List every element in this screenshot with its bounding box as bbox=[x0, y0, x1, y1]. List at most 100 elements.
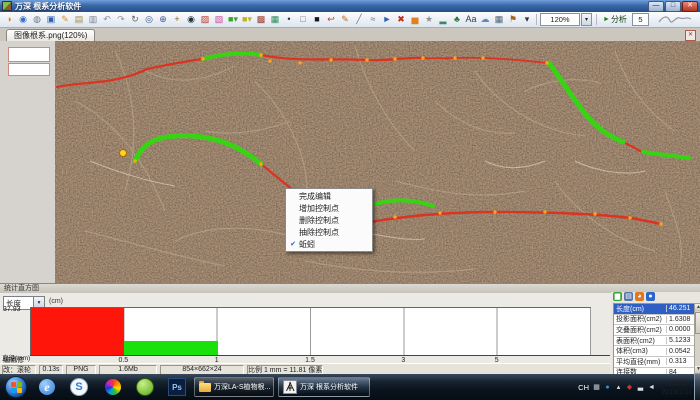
more-icon[interactable]: ▾ bbox=[521, 13, 534, 26]
tray-icons-group: ▦●▴◆▃◄ bbox=[592, 383, 656, 391]
tree-icon[interactable]: ♣ bbox=[451, 13, 464, 26]
undo-icon[interactable]: ↶ bbox=[101, 13, 114, 26]
zoom-icon[interactable]: ◎ bbox=[143, 13, 156, 26]
save-icon[interactable]: ▣ bbox=[45, 13, 58, 26]
return-icon[interactable]: ↩ bbox=[325, 13, 338, 26]
histogram-bar bbox=[31, 308, 124, 356]
stats-histogram-icon[interactable]: ▆ bbox=[613, 292, 622, 301]
security-icon[interactable]: ● bbox=[603, 384, 612, 391]
black-swatch-icon[interactable]: ■ bbox=[311, 13, 324, 26]
table-row[interactable]: 平均直径(mm) 0.313 bbox=[614, 357, 694, 368]
scroll-up-icon[interactable]: ▲ bbox=[695, 304, 700, 311]
pan-icon[interactable]: + bbox=[171, 13, 184, 26]
show-hidden-icon[interactable]: ▴ bbox=[614, 383, 623, 391]
overview-thumbnail-box[interactable] bbox=[8, 63, 50, 76]
edit-icon[interactable]: ✎ bbox=[59, 13, 72, 26]
stats-pie-icon[interactable]: ◕ bbox=[635, 292, 644, 301]
quicklaunch-slot[interactable]: Ps bbox=[168, 378, 186, 396]
tab-close-icon[interactable]: ✕ bbox=[685, 30, 696, 41]
stats-info-icon[interactable]: ● bbox=[646, 292, 655, 301]
quicklaunch-slot[interactable]: e bbox=[38, 378, 56, 396]
table-row[interactable]: 表面积(cm2) 5.1233 bbox=[614, 336, 694, 347]
table-row[interactable]: 长度(cm) 46.251 bbox=[614, 304, 694, 315]
star-icon[interactable]: ★ bbox=[423, 13, 436, 26]
copy-icon[interactable]: ▥ bbox=[87, 13, 100, 26]
redo-icon[interactable]: ↷ bbox=[115, 13, 128, 26]
keyboard-icon[interactable]: ▦ bbox=[592, 383, 601, 391]
taskbar-button-root-app[interactable]: 万深 根系分析软件 bbox=[278, 377, 370, 397]
chart2-icon[interactable]: ▂ bbox=[437, 13, 450, 26]
export-icon[interactable]: ▤ bbox=[73, 13, 86, 26]
context-menu-item[interactable]: 抽除控制点 bbox=[287, 226, 371, 238]
quicklaunch-slot[interactable] bbox=[104, 378, 122, 396]
show-desktop-button[interactable] bbox=[694, 374, 700, 400]
status-segment: 编辑修改：滚轮改变宽度 bbox=[2, 365, 36, 375]
document-tab[interactable]: 图像根系.png(120%) bbox=[6, 29, 95, 41]
play-icon: ► bbox=[603, 16, 610, 23]
dot-icon[interactable]: • bbox=[283, 13, 296, 26]
stats-table-panel: ▆▤◕● 长度(cm) 46.251 投影面积(cm2) 1.6308 交叠面积… bbox=[611, 292, 700, 375]
rotate-icon[interactable]: ↻ bbox=[129, 13, 142, 26]
taskbar-clock[interactable]: 18:58 2013/1/11 bbox=[661, 379, 692, 397]
grid-icon[interactable]: ▦ bbox=[493, 13, 506, 26]
analyze-button[interactable]: ► 分析 bbox=[600, 14, 630, 26]
quicklaunch-slot[interactable]: S bbox=[70, 378, 88, 396]
arrow-icon[interactable]: ► bbox=[381, 13, 394, 26]
step-spinbox[interactable]: 5 bbox=[632, 13, 649, 26]
table-row[interactable]: 交叠面积(cm2) 0.0000 bbox=[614, 325, 694, 336]
zoom-in-icon[interactable]: ⊕ bbox=[157, 13, 170, 26]
context-menu-item[interactable]: 完成编辑 bbox=[287, 190, 371, 202]
language-indicator[interactable]: CH bbox=[578, 383, 589, 392]
line-icon[interactable]: ╱ bbox=[353, 13, 366, 26]
fill-tool-icon[interactable]: ▦ bbox=[269, 13, 282, 26]
scan-icon[interactable]: ◍ bbox=[31, 13, 44, 26]
context-menu-item[interactable]: 删除控制点 bbox=[287, 214, 371, 226]
taskbar-button-explorer[interactable]: 万深LA-S植物根... bbox=[194, 377, 274, 397]
maximize-button[interactable]: □ bbox=[665, 1, 681, 12]
warning-marker[interactable] bbox=[120, 150, 127, 157]
stats-table: 长度(cm) 46.251 投影面积(cm2) 1.6308 交叠面积(cm2)… bbox=[613, 303, 695, 378]
check-icon bbox=[287, 227, 299, 237]
eye-icon[interactable]: ◉ bbox=[185, 13, 198, 26]
table-row[interactable]: 投影面积(cm2) 1.6308 bbox=[614, 315, 694, 326]
chart-icon[interactable]: ▅ bbox=[409, 13, 422, 26]
minimize-button[interactable]: — bbox=[648, 1, 664, 12]
network-icon[interactable]: ▃ bbox=[636, 383, 645, 391]
quicklaunch-slot[interactable] bbox=[136, 378, 154, 396]
overview-thumbnail-box[interactable] bbox=[8, 47, 50, 62]
context-menu-item[interactable]: 增加控制点 bbox=[287, 202, 371, 214]
green-swatch-icon[interactable]: ■▾ bbox=[227, 13, 240, 26]
mark-red-icon[interactable]: ▨ bbox=[199, 13, 212, 26]
start-button[interactable] bbox=[5, 376, 27, 398]
mark-pink-icon[interactable]: ▧ bbox=[213, 13, 226, 26]
alert-icon[interactable]: ◆ bbox=[625, 383, 634, 391]
flag-icon[interactable]: ⚑ bbox=[507, 13, 520, 26]
windows-taskbar: e S Ps 万深LA-S植物根... 万深 根系分析软件 CH ▦●▴◆▃◄ … bbox=[0, 374, 700, 400]
delete-icon[interactable]: ✖ bbox=[395, 13, 408, 26]
curve-icon[interactable]: ≈ bbox=[367, 13, 380, 26]
cloud-icon[interactable]: ☁ bbox=[479, 13, 492, 26]
zoom-level-select[interactable]: 120% bbox=[540, 13, 580, 26]
capture-icon[interactable]: ◉ bbox=[17, 13, 30, 26]
scroll-thumb[interactable] bbox=[695, 312, 700, 334]
zoom-dropdown-arrow[interactable]: ▾ bbox=[581, 13, 592, 26]
context-menu-item[interactable]: ✔ 蚯蚓 bbox=[287, 238, 371, 250]
table-scrollbar[interactable]: ▲ ▼ bbox=[694, 303, 700, 374]
text-icon[interactable]: Aa bbox=[465, 13, 478, 26]
yellow-swatch-icon[interactable]: ■▾ bbox=[241, 13, 254, 26]
open-image-icon[interactable]: ◑ bbox=[3, 13, 16, 26]
clock-date: 2013/1/11 bbox=[661, 388, 692, 397]
close-button[interactable]: ✕ bbox=[682, 1, 698, 12]
volume-icon[interactable]: ◄ bbox=[647, 384, 656, 391]
toolbar-separator bbox=[536, 14, 537, 25]
table-row[interactable]: 体积(cm3) 0.0542 bbox=[614, 346, 694, 357]
white-swatch-icon[interactable]: □ bbox=[297, 13, 310, 26]
stats-report-icon[interactable]: ▤ bbox=[624, 292, 633, 301]
root-image-canvas[interactable] bbox=[55, 41, 700, 283]
pen-icon[interactable]: ✎ bbox=[339, 13, 352, 26]
app-icon bbox=[2, 1, 12, 11]
folder-icon bbox=[199, 383, 211, 392]
scroll-down-icon[interactable]: ▼ bbox=[695, 366, 700, 373]
trace-tool-icon[interactable]: ▩ bbox=[255, 13, 268, 26]
check-icon bbox=[287, 215, 299, 225]
